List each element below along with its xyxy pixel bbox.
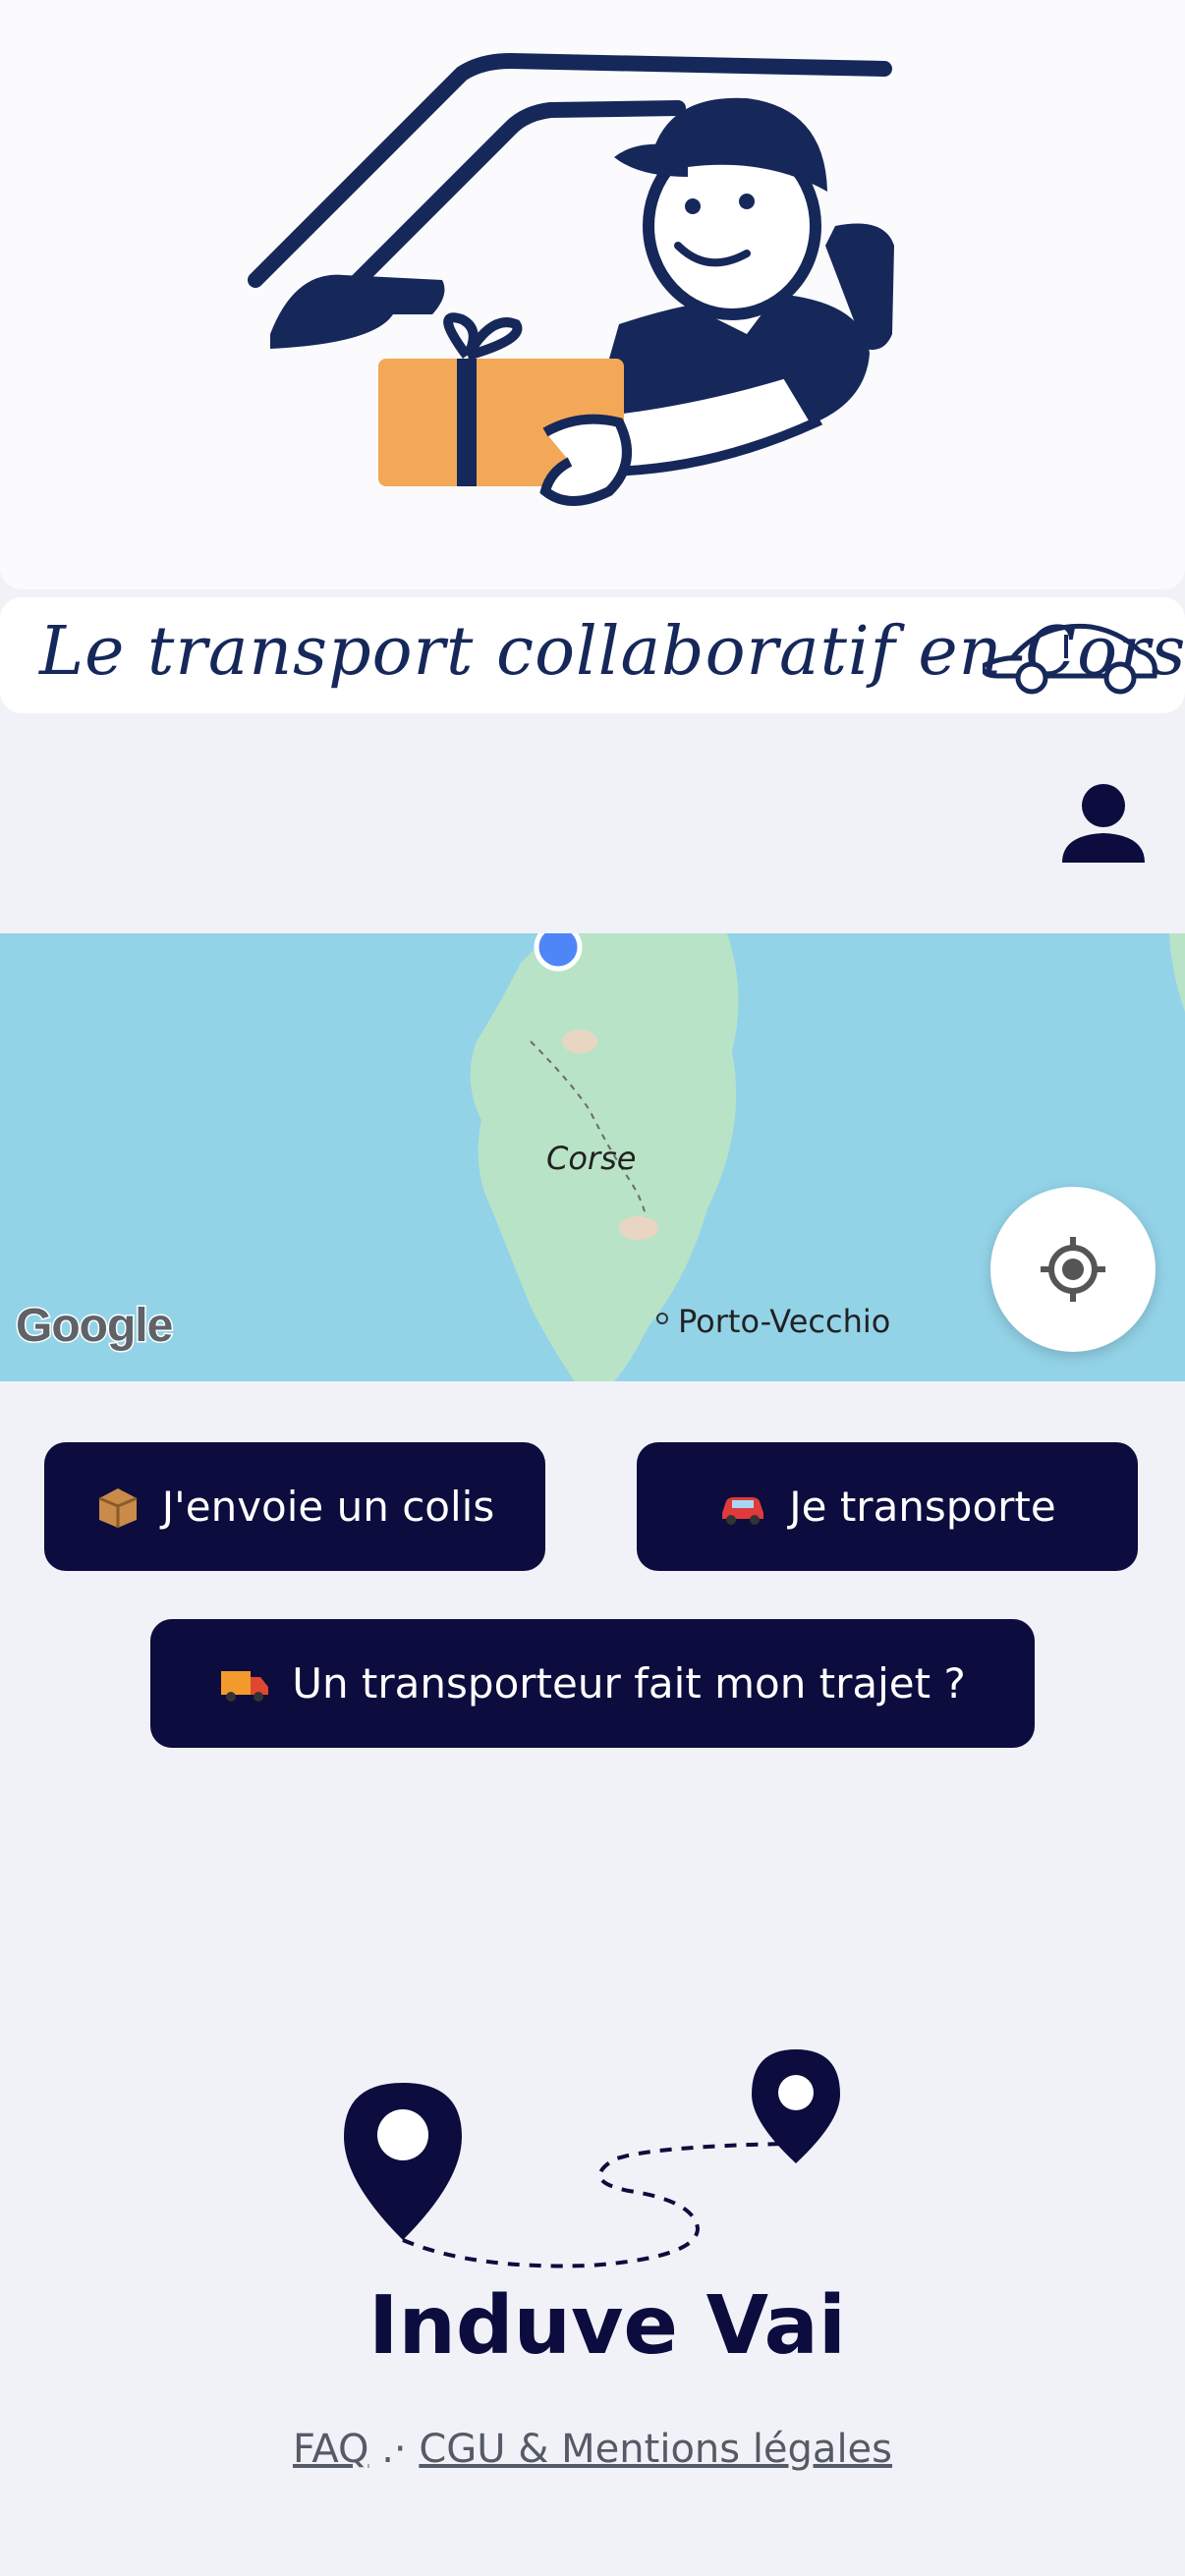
crosshair-icon bbox=[1041, 1237, 1105, 1302]
hero-banner bbox=[0, 0, 1185, 589]
car-icon bbox=[718, 1487, 767, 1527]
profile-button[interactable] bbox=[1057, 776, 1150, 868]
map-label-region: Corse bbox=[546, 1140, 637, 1177]
google-logo: Google bbox=[14, 1299, 174, 1354]
locate-me-button[interactable] bbox=[990, 1187, 1156, 1352]
tagline-text: Le transport collaboratif en Corse bbox=[39, 613, 1185, 691]
map-label-town: Porto-Vecchio bbox=[678, 1303, 891, 1340]
i-transport-label: Je transporte bbox=[789, 1483, 1056, 1531]
car-outline-icon bbox=[983, 623, 1157, 695]
user-icon bbox=[1062, 784, 1145, 863]
truck-icon bbox=[219, 1663, 270, 1705]
package-icon bbox=[95, 1484, 141, 1530]
footer-links: FAQ .· CGU & Mentions légales bbox=[0, 2427, 1185, 2472]
send-package-button[interactable]: J'envoie un colis bbox=[44, 1442, 545, 1571]
send-package-label: J'envoie un colis bbox=[161, 1483, 495, 1531]
legal-link[interactable]: CGU & Mentions légales bbox=[419, 2427, 892, 2472]
find-carrier-button[interactable]: Un transporteur fait mon trajet ? bbox=[150, 1619, 1035, 1748]
faq-link[interactable]: FAQ bbox=[293, 2427, 368, 2472]
brand-name: Induve Vai bbox=[368, 2279, 846, 2373]
footer-separator: .· bbox=[381, 2427, 407, 2472]
i-transport-button[interactable]: Je transporte bbox=[637, 1442, 1138, 1571]
delivery-driver-illustration bbox=[248, 52, 894, 506]
find-carrier-label: Un transporteur fait mon trajet ? bbox=[292, 1659, 966, 1708]
route-pins-illustration bbox=[344, 2049, 840, 2268]
